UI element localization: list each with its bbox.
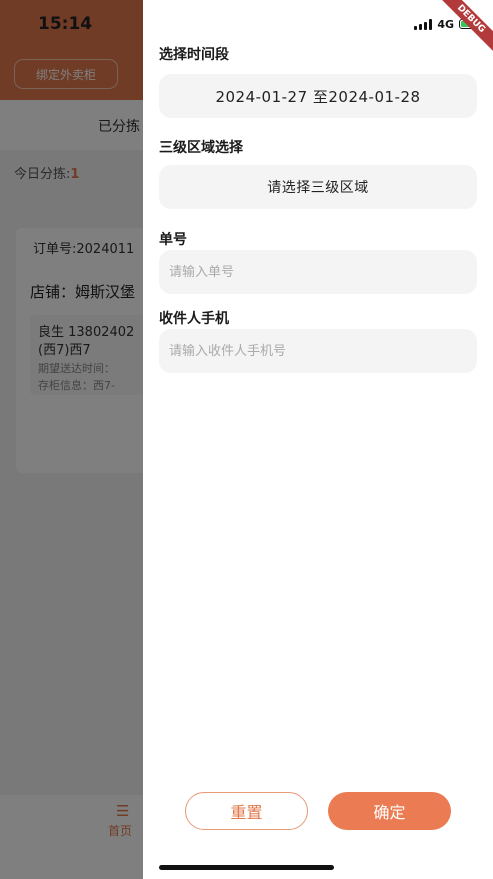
recipient-phone-label: 收件人手机 xyxy=(159,311,229,327)
recipient-phone-field[interactable] xyxy=(159,329,477,373)
confirm-button[interactable]: 确定 xyxy=(328,792,451,830)
filter-drawer: 4G DEBUG 选择时间段 2024-01-27 至2024-01-28 三级… xyxy=(143,0,493,879)
recipient-phone-input[interactable] xyxy=(159,329,477,373)
time-range-label: 选择时间段 xyxy=(159,47,229,63)
home-indicator[interactable] xyxy=(159,865,334,870)
region-picker[interactable]: 请选择三级区域 xyxy=(159,165,477,209)
signal-icon xyxy=(414,18,433,30)
reset-button[interactable]: 重置 xyxy=(185,792,308,830)
order-number-label: 单号 xyxy=(159,232,187,248)
time-range-picker[interactable]: 2024-01-27 至2024-01-28 xyxy=(159,74,477,118)
time-range-value: 2024-01-27 至2024-01-28 xyxy=(215,87,421,106)
order-number-field[interactable] xyxy=(159,250,477,294)
region-label: 三级区域选择 xyxy=(159,140,243,156)
order-number-input[interactable] xyxy=(159,250,477,294)
region-value: 请选择三级区域 xyxy=(267,180,369,196)
network-type: 4G xyxy=(437,17,454,31)
